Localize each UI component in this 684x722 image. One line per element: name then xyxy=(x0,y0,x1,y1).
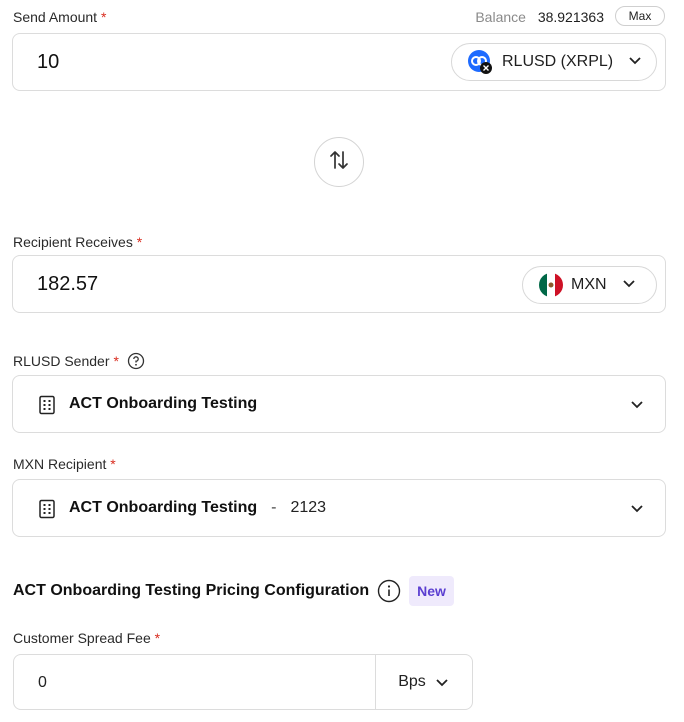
balance-row: Balance 38.921363 xyxy=(475,9,604,25)
swap-arrows-icon xyxy=(327,148,351,177)
receive-currency-select[interactable]: MXN xyxy=(522,266,657,304)
new-badge: New xyxy=(409,576,454,606)
balance-value: 38.921363 xyxy=(537,9,604,25)
receive-currency-label: MXN xyxy=(571,276,607,293)
fee-label: Customer Spread Fee xyxy=(13,630,151,646)
help-icon[interactable] xyxy=(127,352,145,370)
send-amount-value[interactable]: 10 xyxy=(37,51,59,74)
sender-label: RLUSD Sender xyxy=(13,353,110,369)
send-amount-label: Send Amount xyxy=(13,9,98,25)
chevron-down-icon xyxy=(629,500,645,521)
fee-field: 0 Bps xyxy=(13,654,473,710)
recipient-label: MXN Recipient xyxy=(13,456,107,472)
building-icon xyxy=(37,395,57,420)
send-amount-field[interactable]: 10 RLUSD (XRPL) xyxy=(12,33,666,91)
chevron-down-icon xyxy=(629,396,645,417)
sender-value: ACT Onboarding Testing xyxy=(69,395,258,412)
pricing-title: ACT Onboarding Testing Pricing Configura… xyxy=(13,582,370,599)
recipient-select[interactable]: ACT Onboarding Testing - 2123 xyxy=(12,479,666,537)
fee-unit-label: Bps xyxy=(398,673,426,690)
recipient-receives-label: Recipient Receives xyxy=(13,234,133,250)
sender-select[interactable]: ACT Onboarding Testing xyxy=(12,375,666,433)
required-mark: * xyxy=(136,234,143,250)
receive-amount-value[interactable]: 182.57 xyxy=(37,273,98,296)
rlusd-token-icon xyxy=(468,50,492,74)
chevron-down-icon xyxy=(621,275,637,296)
recipient-account: 2123 xyxy=(290,499,327,516)
receive-amount-field[interactable]: 182.57 MXN xyxy=(12,255,666,313)
recipient-value-row: ACT Onboarding Testing - 2123 xyxy=(69,499,326,517)
required-mark: * xyxy=(113,353,119,369)
chevron-down-icon xyxy=(434,674,450,690)
max-button[interactable]: Max xyxy=(615,6,665,26)
required-mark: * xyxy=(110,456,116,472)
mexico-flag-icon xyxy=(539,273,563,297)
chevron-down-icon xyxy=(627,52,643,73)
send-currency-label: RLUSD (XRPL) xyxy=(502,53,614,70)
recipient-label-row: MXN Recipient * xyxy=(13,456,116,472)
required-mark: * xyxy=(100,9,107,25)
balance-label: Balance xyxy=(475,9,526,25)
recipient-value: ACT Onboarding Testing xyxy=(69,499,258,516)
recipient-separator: - xyxy=(271,499,277,516)
max-button-label: Max xyxy=(628,9,652,23)
send-amount-label-row: Send Amount * xyxy=(13,9,106,25)
building-icon xyxy=(37,499,57,524)
sender-label-row: RLUSD Sender * xyxy=(13,352,145,370)
fee-label-row: Customer Spread Fee * xyxy=(13,630,160,646)
swap-button[interactable] xyxy=(314,137,364,187)
fee-unit-select[interactable]: Bps xyxy=(376,655,472,709)
pricing-heading-row: ACT Onboarding Testing Pricing Configura… xyxy=(13,576,454,606)
info-icon[interactable] xyxy=(377,579,401,603)
recipient-receives-label-row: Recipient Receives * xyxy=(13,234,142,250)
fee-input[interactable]: 0 xyxy=(38,674,47,692)
required-mark: * xyxy=(154,630,161,646)
send-currency-select[interactable]: RLUSD (XRPL) xyxy=(451,43,657,81)
